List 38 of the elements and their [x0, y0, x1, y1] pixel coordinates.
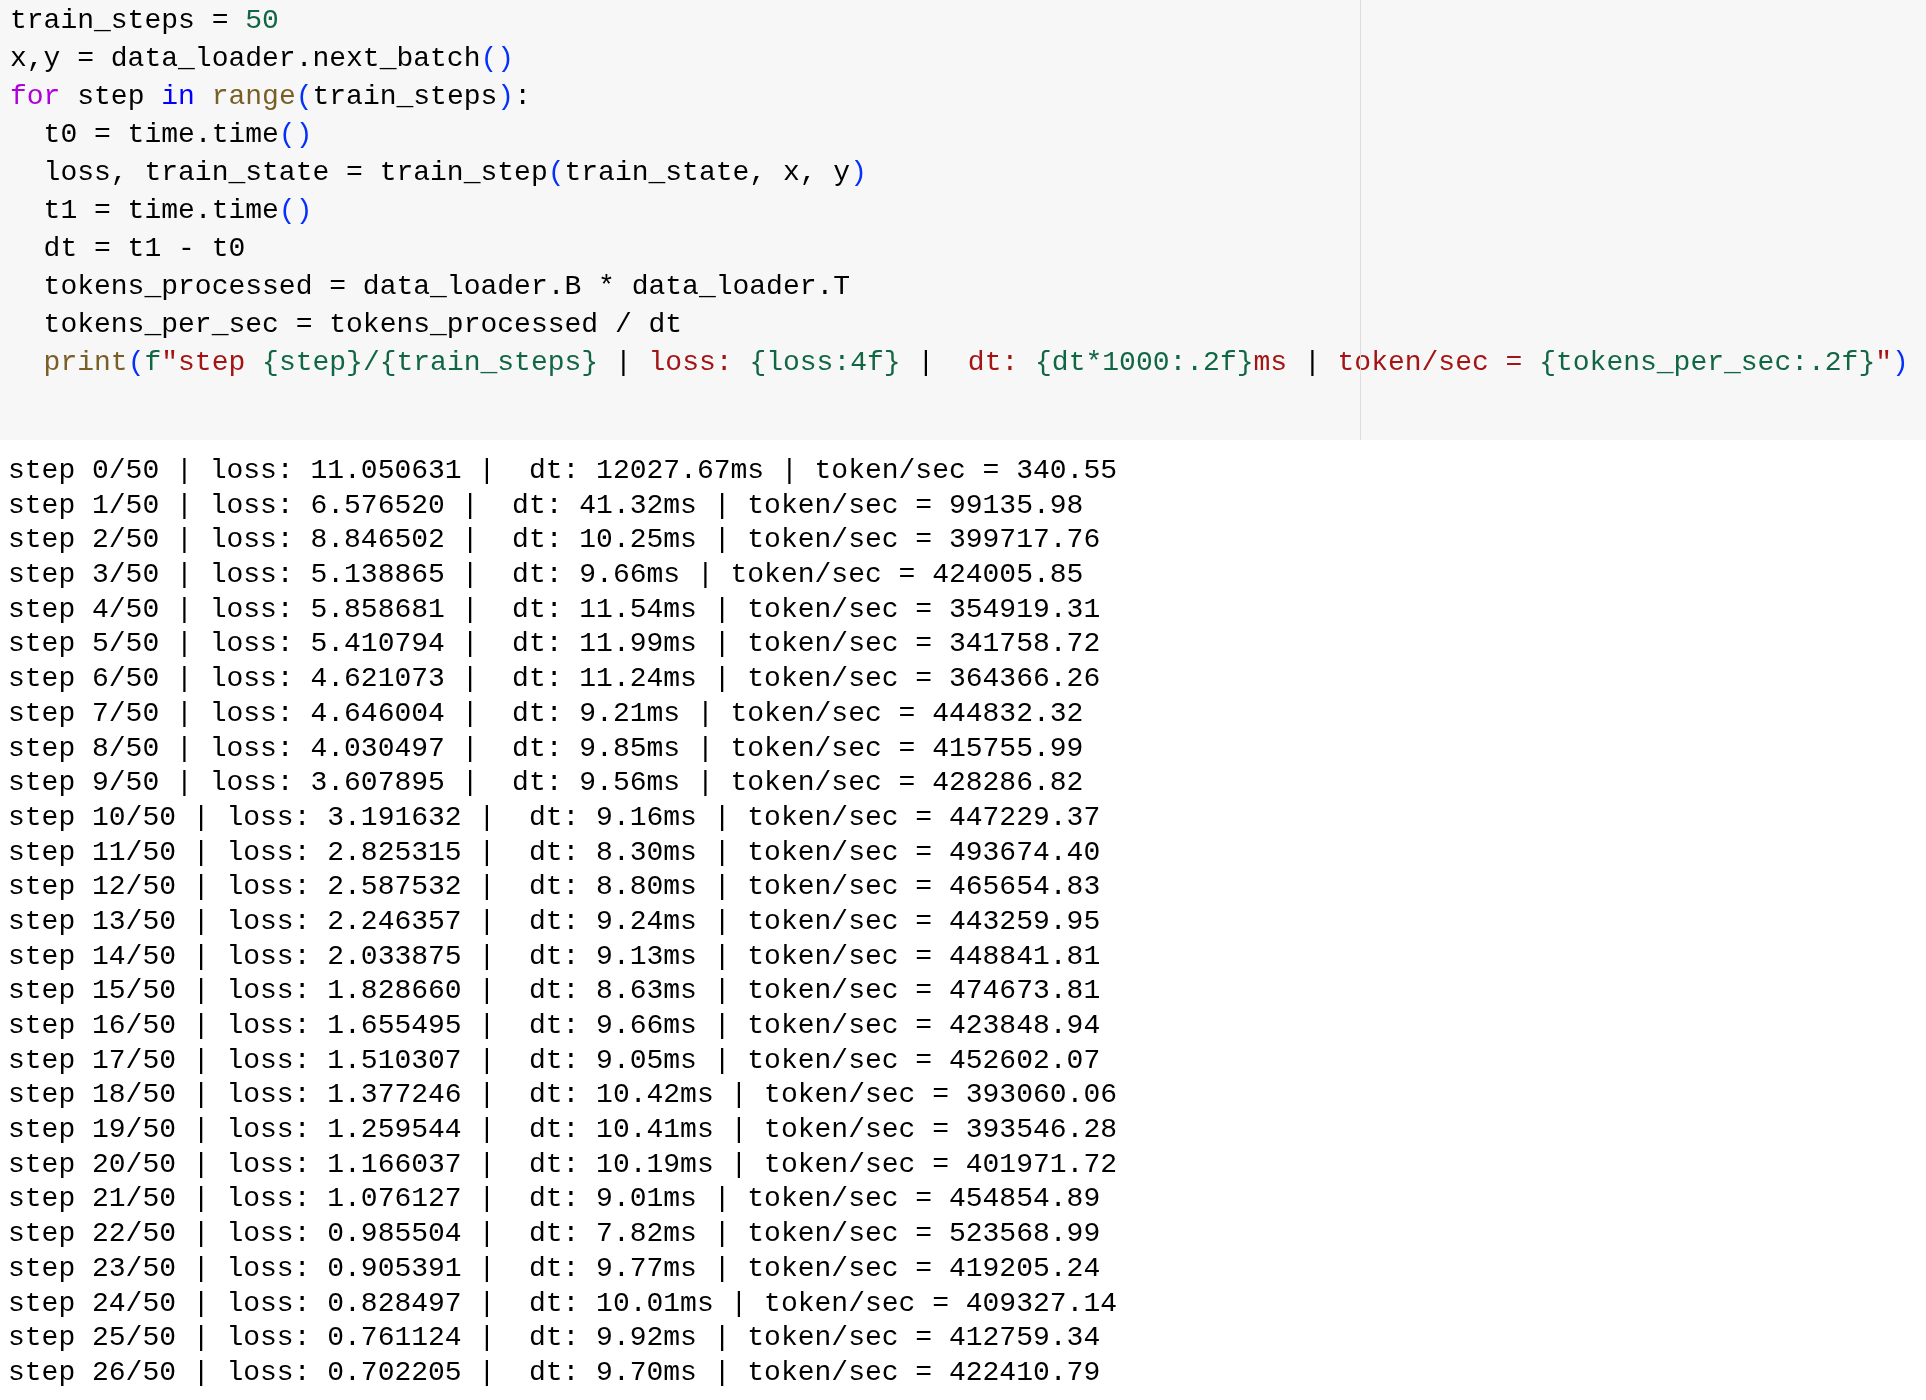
- output-line: step 22/50 | loss: 0.985504 | dt: 7.82ms | token/sec = 523568.99: [8, 1217, 1101, 1252]
- output-line: step 0/50 | loss: 11.050631 | dt: 12027.67ms | token/sec = 340.55: [8, 454, 1117, 488]
- output-line: step 4/50 | loss: 5.858681 | dt: 11.54ms | token/sec = 354919.31: [8, 592, 1101, 627]
- output-line: step 5/50 | loss: 5.410794 | dt: 11.99ms | token/sec = 341758.72: [8, 627, 1101, 662]
- output-line: step 9/50 | loss: 3.607895 | dt: 9.56ms | token/sec = 428286.82: [8, 766, 1084, 801]
- output-line: step 26/50 | loss: 0.702205 | dt: 9.70ms | token/sec = 422410.79: [8, 1355, 1101, 1390]
- output-line: step 24/50 | loss: 0.828497 | dt: 10.01ms | token/sec = 409327.14: [8, 1286, 1117, 1321]
- output-line: step 18/50 | loss: 1.377246 | dt: 10.42ms | token/sec = 393060.06: [8, 1078, 1117, 1113]
- output-line: step 14/50 | loss: 2.033875 | dt: 9.13ms | token/sec = 448841.81: [8, 939, 1101, 974]
- output-line: step 15/50 | loss: 1.828660 | dt: 8.63ms | token/sec = 474673.81: [8, 974, 1101, 1009]
- code-line: print(f"step {step}/{train_steps} | loss: {loss:4f} | dt: {dt*1000:.2f}ms | token/sec = {tokens_per_sec:.2f}"): [42, 346, 1909, 380]
- output-line: step 3/50 | loss: 5.138865 | dt: 9.66ms | token/sec = 424005.85: [8, 558, 1084, 593]
- output-line: step 1/50 | loss: 6.576520 | dt: 41.32ms | token/sec = 99135.98: [8, 488, 1084, 523]
- output-line: step 2/50 | loss: 8.846502 | dt: 10.25ms | token/sec = 399717.76: [8, 523, 1101, 558]
- code-line: tokens_per_sec = tokens_processed / dt: [42, 308, 683, 342]
- output-line: step 20/50 | loss: 1.166037 | dt: 10.19ms | token/sec = 401971.72: [8, 1147, 1117, 1182]
- code-line: x,y = data_loader.next_batch(): [10, 42, 515, 76]
- output-line: step 12/50 | loss: 2.587532 | dt: 8.80ms | token/sec = 465654.83: [8, 870, 1101, 905]
- output-line: step 11/50 | loss: 2.825315 | dt: 8.30ms | token/sec = 493674.40: [8, 835, 1101, 870]
- code-line: dt = t1 - t0: [42, 232, 246, 266]
- code-line: tokens_processed = data_loader.B * data_loader.T: [42, 270, 851, 304]
- output-line: step 8/50 | loss: 4.030497 | dt: 9.85ms | token/sec = 415755.99: [8, 731, 1084, 766]
- code-line: train_steps = 50: [10, 4, 279, 38]
- output-line: step 21/50 | loss: 1.076127 | dt: 9.01ms | token/sec = 454854.89: [8, 1182, 1101, 1217]
- output-line: step 10/50 | loss: 3.191632 | dt: 9.16ms | token/sec = 447229.37: [8, 800, 1101, 835]
- output-line: step 6/50 | loss: 4.621073 | dt: 11.24ms | token/sec = 364366.26: [8, 662, 1101, 697]
- output-line: step 23/50 | loss: 0.905391 | dt: 9.77ms | token/sec = 419205.24: [8, 1251, 1101, 1286]
- output-line: step 16/50 | loss: 1.655495 | dt: 9.66ms | token/sec = 423848.94: [8, 1009, 1101, 1043]
- code-cell[interactable]: [0, 0, 1926, 440]
- code-line: loss, train_state = train_step(train_state, x, y): [42, 156, 867, 190]
- code-line: for step in range(train_steps):: [10, 80, 531, 114]
- output-line: step 25/50 | loss: 0.761124 | dt: 9.92ms | token/sec = 412759.34: [8, 1321, 1101, 1356]
- output-line: step 19/50 | loss: 1.259544 | dt: 10.41ms | token/sec = 393546.28: [8, 1113, 1117, 1148]
- output-line: step 17/50 | loss: 1.510307 | dt: 9.05ms | token/sec = 452602.07: [8, 1043, 1101, 1078]
- code-line: t1 = time.time(): [42, 194, 313, 228]
- output-line: step 7/50 | loss: 4.646004 | dt: 9.21ms | token/sec = 444832.32: [8, 696, 1084, 731]
- output-line: step 13/50 | loss: 2.246357 | dt: 9.24ms | token/sec = 443259.95: [8, 904, 1101, 939]
- code-line: t0 = time.time(): [42, 118, 313, 152]
